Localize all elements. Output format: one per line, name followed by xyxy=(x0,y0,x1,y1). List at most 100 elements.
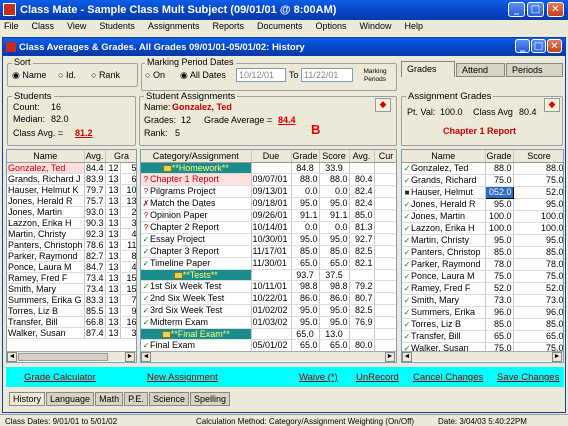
grade-input[interactable]: 88.0 xyxy=(485,162,514,175)
table-row[interactable]: ✓3rd Six Week Test 01/02/02 95.0 95.0 82.5 xyxy=(141,304,396,317)
table-row[interactable]: Martin, Christy 92.3 13 4 xyxy=(7,228,136,240)
period-from-field[interactable]: 10/12/01 xyxy=(236,68,286,82)
col-score[interactable]: Score xyxy=(513,150,563,163)
table-row[interactable]: Grands, Richard J 83.9 13 6 xyxy=(7,173,136,185)
child-close-icon[interactable]: ✕ xyxy=(547,39,562,53)
table-row[interactable]: ✓Summers, Erika 96.0 96.0 xyxy=(402,306,563,319)
table-row[interactable]: ✓Martin, Christy 95.0 95.0 xyxy=(402,234,563,247)
tab-spelling[interactable]: Spelling xyxy=(189,392,230,406)
table-row[interactable]: ✓1st Six Week Test 10/11/01 98.8 98.8 79.2 xyxy=(141,280,396,293)
close-icon[interactable]: ✕ xyxy=(547,2,564,17)
cancel-changes-button[interactable]: Cancel Changes xyxy=(413,372,483,383)
grade-input[interactable]: 85.0 xyxy=(485,318,514,331)
col-score[interactable]: Score xyxy=(319,150,350,163)
menu-file[interactable]: File xyxy=(4,21,19,31)
tab-pe[interactable]: P.E. xyxy=(124,392,148,406)
grade-input[interactable]: 052.0 xyxy=(484,185,514,199)
assignments-report-icon[interactable]: ◆ xyxy=(375,98,391,112)
sort-id-radio[interactable]: ○ Id. xyxy=(58,70,76,80)
scroll-right-icon[interactable]: ► xyxy=(552,352,562,362)
table-row[interactable]: ✓Jones, Herald R 95.0 95.0 xyxy=(402,198,563,211)
table-row[interactable]: Torres, Liz B 85.5 13 9 xyxy=(7,305,136,317)
period-to-field[interactable]: 11/22/01 xyxy=(301,68,353,82)
scroll-right-icon[interactable]: ► xyxy=(385,352,395,362)
menu-options[interactable]: Options xyxy=(316,21,347,31)
menu-view[interactable]: View xyxy=(67,21,86,31)
col-avg[interactable]: Avg. xyxy=(84,150,106,163)
new-assignment-button[interactable]: New Assignment xyxy=(147,372,218,383)
waive-button[interactable]: Waive (*) xyxy=(299,372,338,383)
scroll-thumb[interactable] xyxy=(18,353,108,361)
table-row[interactable]: ✓Gonzalez, Ted 88.0 88.0 xyxy=(402,162,563,175)
table-row[interactable]: Walker, Susan 87.4 13 3 xyxy=(7,327,136,339)
grade-input[interactable]: 85.0 xyxy=(485,246,514,259)
col-grades[interactable]: Gra xyxy=(105,150,136,163)
table-row[interactable]: **Tests** 93.7 37.5 xyxy=(141,269,396,281)
grade-input[interactable]: 52.0 xyxy=(485,282,514,295)
marking-periods-button[interactable]: Marking Periods xyxy=(360,65,390,87)
tab-history[interactable]: History xyxy=(9,392,46,406)
table-row[interactable]: ✓Panters, Christop 85.0 85.0 xyxy=(402,246,563,259)
menu-reports[interactable]: Reports xyxy=(212,21,244,31)
col-avg[interactable]: Avg. xyxy=(349,150,375,163)
table-row[interactable]: Jones, Martin 93.0 13 2 xyxy=(7,206,136,218)
col-student[interactable]: Name xyxy=(402,150,486,163)
col-grade[interactable]: Grade xyxy=(485,150,514,163)
child-icon[interactable] xyxy=(6,42,16,52)
grade-input[interactable]: 73.0 xyxy=(485,294,514,307)
menu-students[interactable]: Students xyxy=(99,21,135,31)
scroll-right-icon[interactable]: ► xyxy=(125,352,135,362)
col-grade[interactable]: Grade xyxy=(291,150,320,163)
grade-input[interactable]: 100.0 xyxy=(485,222,514,235)
grade-input[interactable]: 78.0 xyxy=(485,258,514,271)
child-minimize-icon[interactable]: _ xyxy=(515,39,530,53)
col-category[interactable]: Category/Assignment xyxy=(141,150,252,163)
table-row[interactable]: ✓Ponce, Laura M 75.0 75.0 xyxy=(402,270,563,283)
grades-hscroll[interactable]: ◄ ► xyxy=(402,351,563,362)
minimize-icon[interactable]: _ xyxy=(508,2,525,17)
table-row[interactable]: ? Pilgrams Project 09/13/01 0.0 0.0 82.4 xyxy=(141,185,396,198)
table-row[interactable]: Smith, Mary 73.4 13 15 xyxy=(7,283,136,295)
col-name[interactable]: Name xyxy=(7,150,85,163)
tab-periods[interactable]: Periods xyxy=(506,63,563,77)
tab-attend[interactable]: Attend xyxy=(456,63,505,77)
table-row[interactable]: Jones, Herald R 75.7 13 13 xyxy=(7,195,136,207)
table-row[interactable]: ✓Final Exam 05/01/02 65.0 65.0 80.0 xyxy=(141,339,396,352)
table-row[interactable]: Lazzon, Erika H 90.3 13 3 xyxy=(7,217,136,229)
table-row[interactable]: ✓Essay Project 10/30/01 95.0 95.0 92.7 xyxy=(141,233,396,246)
tab-language[interactable]: Language xyxy=(46,392,95,406)
col-cur[interactable]: Cur xyxy=(374,150,396,163)
tab-science[interactable]: Science xyxy=(148,392,189,406)
save-changes-button[interactable]: Save Changes xyxy=(497,372,559,383)
grade-calculator-button[interactable]: Grade Calculator xyxy=(24,372,96,383)
menu-class[interactable]: Class xyxy=(32,21,55,31)
table-row[interactable]: ✓Midterm Exam 01/03/02 95.0 95.0 76.9 xyxy=(141,316,396,329)
menu-help[interactable]: Help xyxy=(405,21,424,31)
table-row[interactable]: **Final Exam** 65.0 13.0 xyxy=(141,328,396,340)
restore-icon[interactable]: □ xyxy=(527,2,544,17)
assignments-hscroll[interactable]: ◄ ► xyxy=(141,351,396,362)
menu-window[interactable]: Window xyxy=(360,21,392,31)
table-row[interactable]: ✓2nd Six Week Test 10/22/01 86.0 86.0 80.7 xyxy=(141,292,396,305)
scroll-left-icon[interactable]: ◄ xyxy=(141,352,151,362)
tab-grades[interactable]: Grades xyxy=(401,61,455,77)
grade-input[interactable]: 75.0 xyxy=(485,174,514,187)
table-row[interactable]: ✓Smith, Mary 73.0 73.0 xyxy=(402,294,563,307)
table-row[interactable]: Ramey, Fred F 73.4 13 15 xyxy=(7,272,136,284)
menu-assignments[interactable]: Assignments xyxy=(148,21,200,31)
scroll-left-icon[interactable]: ◄ xyxy=(402,352,412,362)
grade-input[interactable]: 95.0 xyxy=(485,198,514,211)
table-row[interactable]: ✗Match the Dates 09/18/01 95.0 95.0 82.4 xyxy=(141,197,396,210)
table-row[interactable]: ■ Hauser, Helmut 052.0 52.0 xyxy=(402,185,563,199)
grade-input[interactable]: 75.0 xyxy=(485,270,514,283)
period-all-radio[interactable]: ◉ All Dates xyxy=(180,70,226,81)
table-row[interactable]: Panters, Christoph 78.6 13 11 xyxy=(7,239,136,251)
table-row[interactable]: Gonzalez, Ted 84.4 12 5 xyxy=(7,162,136,174)
table-row[interactable]: **Homework** 84.8 33.9 xyxy=(141,162,396,174)
grade-input[interactable]: 65.0 xyxy=(485,330,514,343)
grade-input[interactable]: 96.0 xyxy=(485,306,514,319)
menu-documents[interactable]: Documents xyxy=(257,21,303,31)
col-due[interactable]: Due xyxy=(251,150,292,163)
table-row[interactable]: ✓Lazzon, Erika H 100.0 100.0 xyxy=(402,222,563,235)
grade-input[interactable]: 95.0 xyxy=(485,234,514,247)
